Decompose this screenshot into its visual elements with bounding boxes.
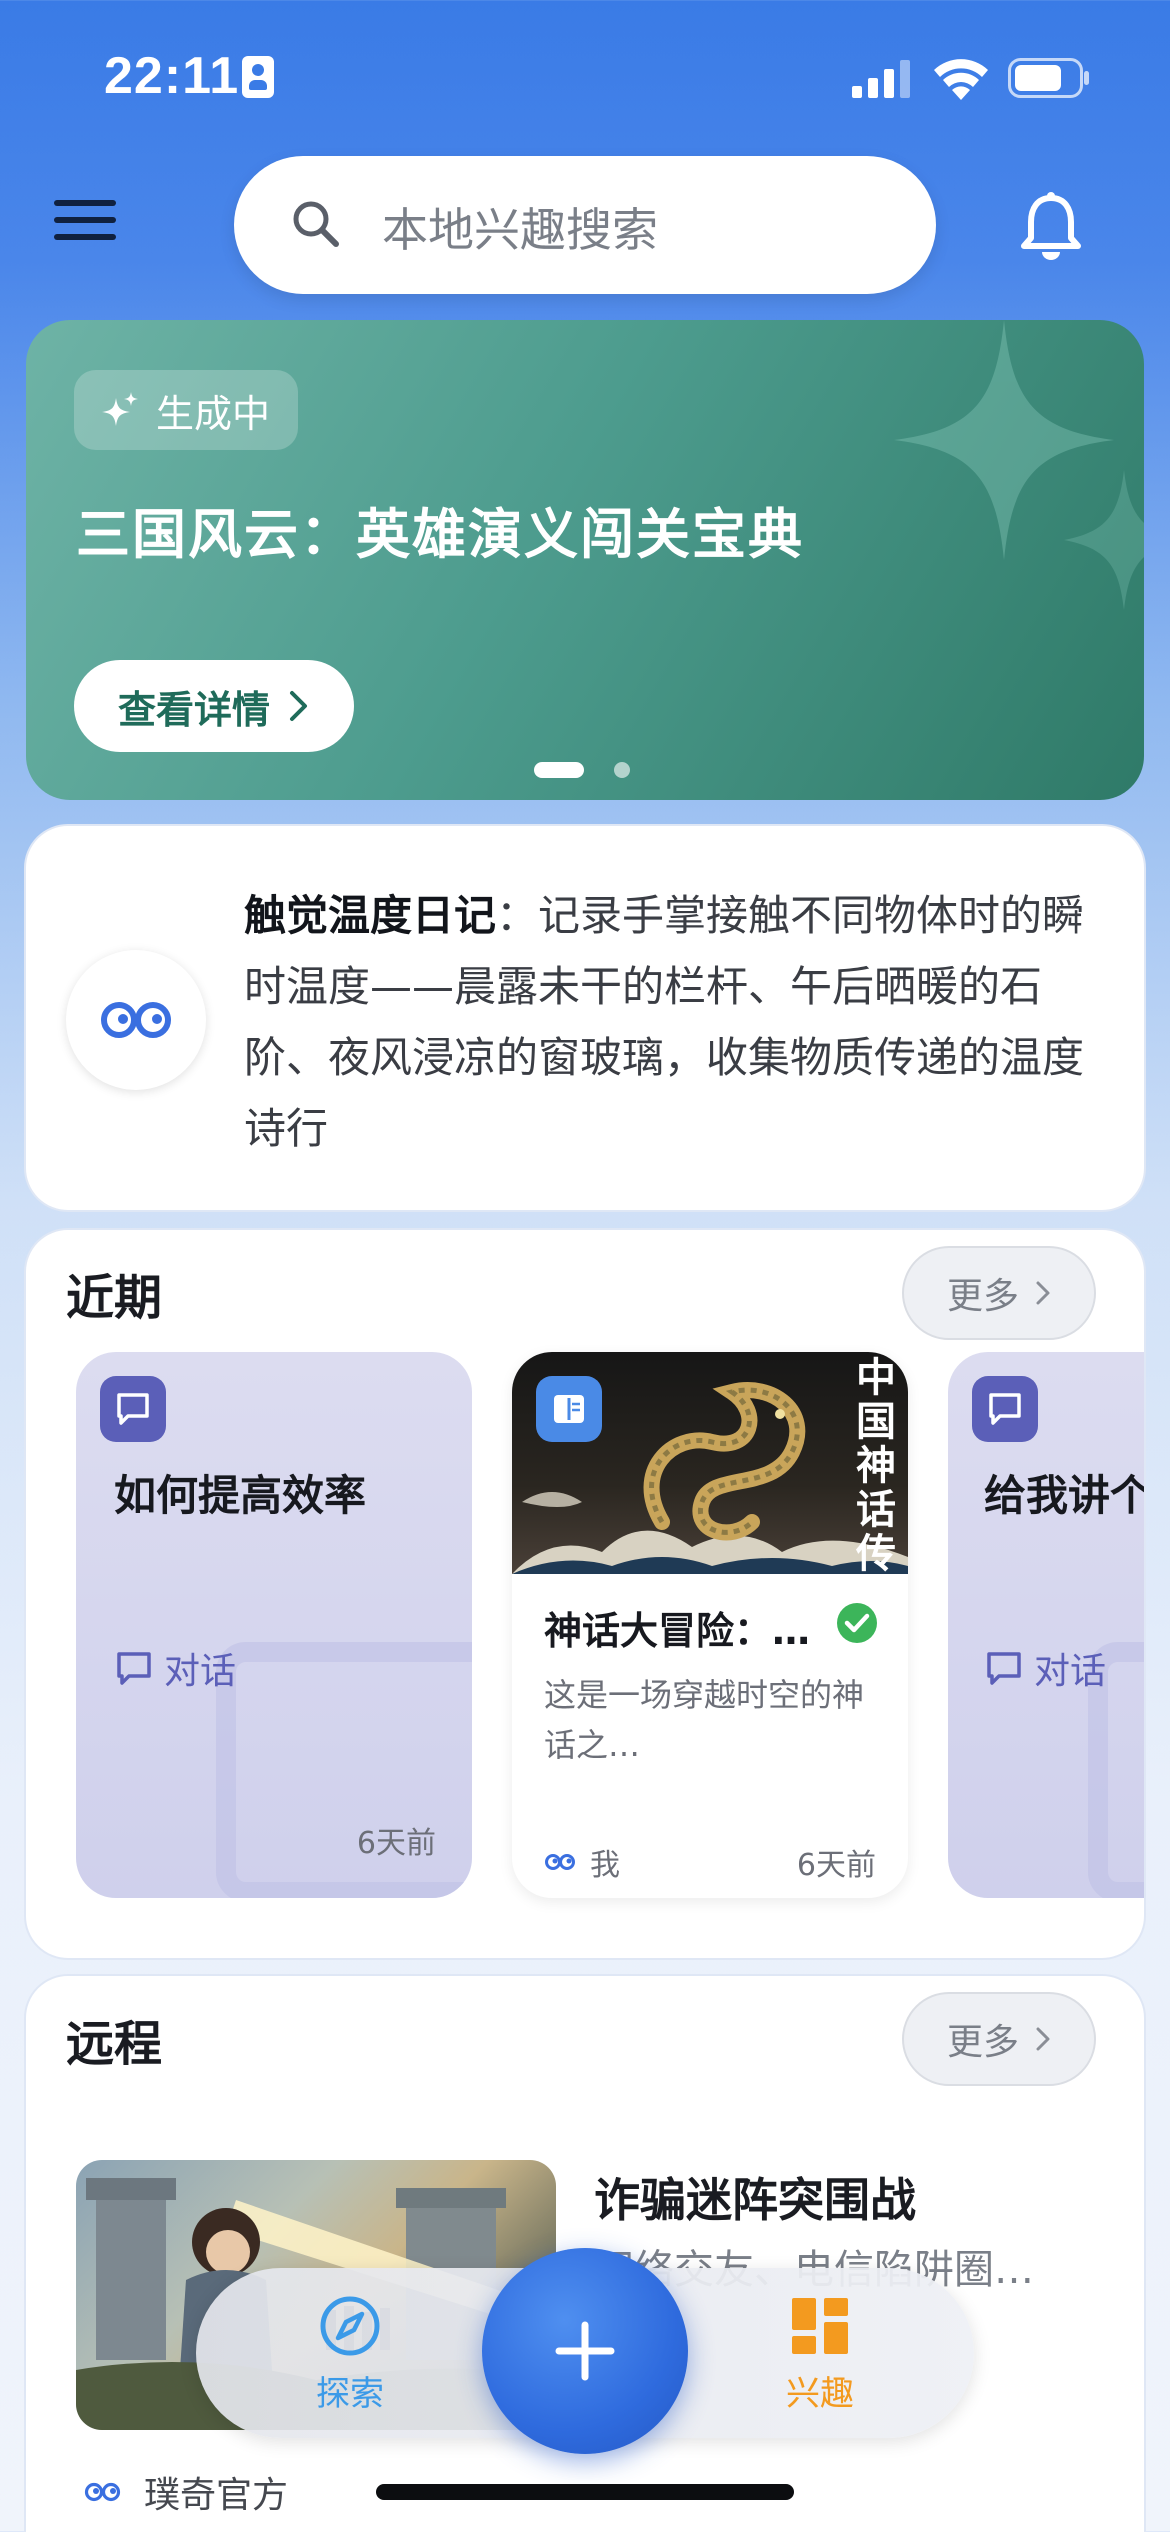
- battery-icon: [1008, 58, 1089, 98]
- recent-item-author: 我: [544, 1840, 620, 1884]
- plus-icon: [555, 2321, 615, 2381]
- home-indicator[interactable]: [376, 2484, 794, 2500]
- chevron-right-icon: [290, 691, 307, 721]
- recent-title: 近期: [66, 1270, 163, 1326]
- nav-interest[interactable]: 兴趣: [760, 2294, 880, 2415]
- chevron-right-icon: [1036, 1281, 1050, 1305]
- chat-icon: [117, 1652, 151, 1685]
- bell-icon[interactable]: [1020, 192, 1082, 262]
- recent-item-type: 对话: [984, 1642, 1106, 1694]
- recent-item-time: 6天前: [356, 1826, 436, 1861]
- featured-banner[interactable]: 生成中 三国风云：英雄演义闯关宝典 查看详情: [26, 320, 1144, 800]
- recent-item-title: 给我讲个: [984, 1471, 1146, 1520]
- chat-icon: [100, 1376, 166, 1442]
- recent-item-type: 对话: [114, 1642, 236, 1694]
- app-logo-icon: [101, 1002, 171, 1038]
- carousel-dot-active[interactable]: [534, 762, 584, 778]
- avatar: [66, 950, 206, 1090]
- search-input[interactable]: 本地兴趣搜索: [234, 156, 936, 294]
- compass-icon: [320, 2296, 380, 2356]
- recent-item-type-label: 对话: [1034, 1651, 1107, 1692]
- status-time: 22:11: [104, 47, 240, 105]
- generating-badge-label: 生成中: [156, 391, 271, 436]
- diary-title: 触觉温度日记: [244, 891, 497, 940]
- recent-item-title: 如何提高效率: [114, 1471, 367, 1520]
- menu-icon[interactable]: [54, 200, 116, 246]
- chat-icon: [987, 1652, 1021, 1685]
- banner-title: 三国风云：英雄演义闯关宝典: [76, 503, 804, 566]
- book-icon: [536, 1376, 602, 1442]
- recent-item-time: 6天前: [796, 1848, 876, 1883]
- chat-icon: [972, 1376, 1038, 1442]
- more-label: 更多: [946, 2022, 1019, 2063]
- search-placeholder: 本地兴趣搜索: [382, 203, 658, 257]
- diary-text: 触觉温度日记：记录手掌接触不同物体时的瞬时温度——晨露未干的栏杆、午后晒暖的石阶…: [244, 880, 1104, 1164]
- recent-item-chat[interactable]: 如何提高效率 对话 6天前: [76, 1352, 472, 1898]
- carousel-indicator: [534, 762, 630, 778]
- view-details-label: 查看详情: [117, 687, 270, 732]
- more-label: 更多: [946, 1276, 1019, 1317]
- app-logo-icon: [545, 1854, 575, 1870]
- remote-title: 远程: [66, 2016, 163, 2072]
- generating-badge: 生成中: [74, 370, 299, 450]
- star-decoration-icon: [1064, 470, 1144, 610]
- cellular-signal-icon: [852, 60, 910, 98]
- view-details-button[interactable]: 查看详情: [74, 660, 354, 752]
- recent-item-chat[interactable]: 给我讲个 对话: [948, 1352, 1146, 1898]
- dashboard-icon: [792, 2298, 848, 2354]
- recent-item-title: 神话大冒险：…: [544, 1609, 811, 1653]
- recent-item-desc: 这是一场穿越时空的神话之…: [544, 1676, 865, 1764]
- chevron-right-icon: [1036, 2027, 1050, 2051]
- author-name: 我: [590, 1848, 620, 1883]
- sparkle-icon: [102, 392, 138, 426]
- recent-section: 近期 更多 如何提高效率 对话 6天前 中国神话传 神话大冒险：… 这是一场穿越…: [24, 1228, 1146, 1960]
- remote-item-title: 诈骗迷阵突围战: [594, 2173, 916, 2227]
- id-card-icon: [242, 56, 274, 98]
- verified-check-icon: [837, 1603, 877, 1643]
- dragon-image: 中国神话传说: [512, 1352, 908, 1574]
- recent-item-type-label: 对话: [164, 1651, 237, 1692]
- nav-interest-label: 兴趣: [786, 2374, 854, 2414]
- remote-item-author: 璞奇官方: [84, 2466, 288, 2518]
- remote-more-button[interactable]: 更多: [902, 1992, 1096, 2086]
- carousel-dot[interactable]: [614, 762, 630, 778]
- status-bar: 22:11: [0, 0, 1170, 150]
- recent-more-button[interactable]: 更多: [902, 1246, 1096, 1340]
- recent-item-story[interactable]: 中国神话传说 神话大冒险：… 这是一场穿越时空的神话之… 我 6天前: [512, 1352, 908, 1898]
- author-name: 璞奇官方: [144, 2475, 289, 2516]
- app-logo-icon: [84, 2482, 121, 2502]
- nav-explore-label: 探索: [316, 2374, 384, 2414]
- image-caption: 中国神话传说: [856, 1354, 896, 1575]
- search-icon: [293, 201, 339, 247]
- nav-explore[interactable]: 探索: [290, 2294, 410, 2415]
- diary-card[interactable]: 触觉温度日记：记录手掌接触不同物体时的瞬时温度——晨露未干的栏杆、午后晒暖的石阶…: [24, 824, 1146, 1212]
- add-button[interactable]: [482, 2248, 688, 2454]
- wifi-icon: [934, 59, 988, 100]
